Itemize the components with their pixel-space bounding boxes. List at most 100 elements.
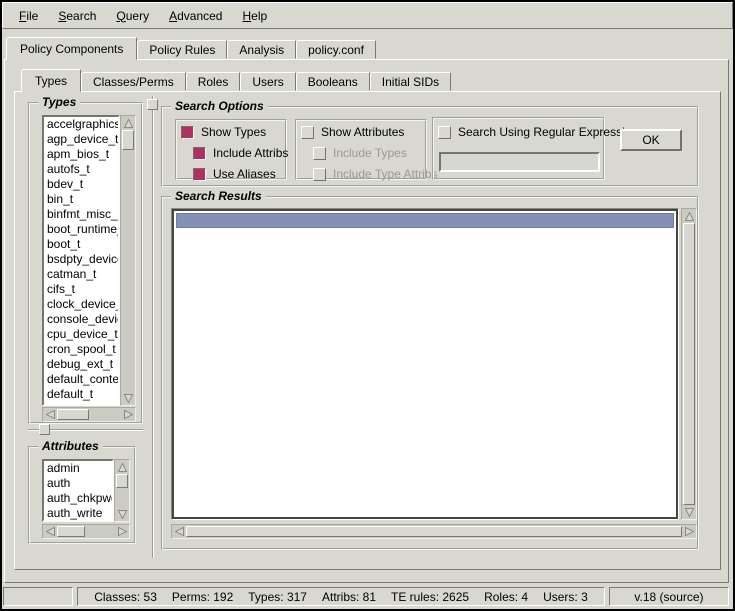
menu-file[interactable]: File: [9, 5, 48, 27]
menubar: File Search Query Advanced Help: [2, 2, 733, 29]
types-list-item[interactable]: apm_bios_t: [44, 147, 118, 162]
menu-search[interactable]: Search: [48, 5, 106, 27]
attributes-listbox[interactable]: adminauthauth_chkpwdauth_write: [42, 459, 114, 522]
scroll-down-icon[interactable]: [121, 391, 135, 405]
search-options-label: Search Options: [171, 99, 268, 113]
types-list-item[interactable]: bin_t: [44, 192, 118, 207]
show-attributes-frame: Show Attributes Include Types Include Ty…: [295, 119, 427, 180]
tab-policy-rules[interactable]: Policy Rules: [137, 40, 227, 59]
stat-item: Perms: 192: [172, 590, 233, 604]
types-groupbox: Types accelgraphics_eagp_device_tapm_bio…: [28, 102, 143, 424]
checkbox-icon: [193, 168, 206, 181]
types-list-item[interactable]: bsdpty_device_: [44, 252, 118, 267]
scroll-right-icon[interactable]: [682, 525, 696, 538]
use-aliases-checkbox[interactable]: Use Aliases: [193, 167, 276, 181]
types-list-item[interactable]: agp_device_t: [44, 132, 118, 147]
stat-item: Classes: 53: [94, 590, 157, 604]
attributes-groupbox-label: Attributes: [38, 439, 103, 453]
scroll-left-icon[interactable]: [43, 408, 57, 421]
attributes-list-item[interactable]: admin: [44, 461, 112, 476]
tab-policy-conf[interactable]: policy.conf: [296, 40, 376, 59]
tab-classes-perms[interactable]: Classes/Perms: [81, 72, 186, 91]
checkbox-icon: [313, 147, 326, 160]
scroll-up-icon[interactable]: [682, 209, 696, 223]
attributes-vscrollbar[interactable]: [114, 459, 130, 522]
search-results-text[interactable]: [171, 208, 679, 520]
show-types-checkbox[interactable]: Show Types: [181, 125, 266, 139]
show-types-frame: Show Types Include Attribs Use Aliases: [175, 119, 287, 180]
policy-stats: Classes: 53 Perms: 192 Types: 317 Attribs: …: [94, 590, 588, 604]
types-list-item[interactable]: default_context: [44, 372, 118, 387]
types-list-item[interactable]: debug_ext_t: [44, 357, 118, 372]
types-list-item[interactable]: cpu_device_t: [44, 327, 118, 342]
show-attributes-checkbox[interactable]: Show Attributes: [301, 125, 404, 139]
types-list-item[interactable]: catman_t: [44, 267, 118, 282]
include-types-checkbox: Include Types: [313, 146, 407, 160]
checkbox-icon: [438, 126, 451, 139]
main-tab-bar: Policy Components Policy Rules Analysis …: [6, 36, 376, 59]
results-vscrollbar[interactable]: [681, 208, 697, 520]
types-groupbox-label: Types: [38, 95, 80, 109]
types-list-item[interactable]: boot_runtime_t: [44, 222, 118, 237]
scrollbar-thumb[interactable]: [57, 409, 89, 420]
types-list-item[interactable]: bdev_t: [44, 177, 118, 192]
scroll-left-icon[interactable]: [43, 525, 57, 538]
scrollbar-thumb[interactable]: [122, 130, 134, 150]
menu-query[interactable]: Query: [106, 5, 159, 27]
types-list-item[interactable]: clock_device_t: [44, 297, 118, 312]
checkbox-icon: [193, 147, 206, 160]
types-list-item[interactable]: accelgraphics_e: [44, 117, 118, 132]
scroll-left-icon[interactable]: [172, 525, 186, 538]
apol-window: File Search Query Advanced Help Policy C…: [0, 0, 735, 611]
scrollbar-thumb[interactable]: [683, 223, 695, 505]
scroll-down-icon[interactable]: [682, 505, 696, 519]
attributes-list-item[interactable]: auth: [44, 476, 112, 491]
stat-item: Roles: 4: [484, 590, 528, 604]
ok-button[interactable]: OK: [620, 129, 682, 151]
types-list-item[interactable]: binfmt_misc_fs: [44, 207, 118, 222]
regex-input[interactable]: [439, 152, 600, 172]
menu-help[interactable]: Help: [232, 5, 277, 27]
scrollbar-thumb[interactable]: [57, 526, 85, 537]
types-list-item[interactable]: console_device: [44, 312, 118, 327]
tab-booleans[interactable]: Booleans: [296, 72, 370, 91]
tab-analysis[interactable]: Analysis: [227, 40, 296, 59]
scroll-down-icon[interactable]: [115, 507, 129, 521]
types-list-item[interactable]: autofs_t: [44, 162, 118, 177]
tab-types[interactable]: Types: [21, 69, 81, 92]
attributes-list-item[interactable]: auth_chkpwd: [44, 491, 112, 506]
scrollbar-thumb[interactable]: [116, 474, 128, 488]
stat-item: Attribs: 81: [322, 590, 376, 604]
vertical-sash-handle[interactable]: [147, 99, 158, 110]
tab-roles[interactable]: Roles: [186, 72, 241, 91]
include-attribs-checkbox[interactable]: Include Attribs: [193, 146, 288, 160]
scroll-up-icon[interactable]: [121, 116, 135, 130]
scroll-right-icon[interactable]: [115, 525, 129, 538]
scroll-up-icon[interactable]: [115, 460, 129, 474]
status-panel-left: [3, 587, 73, 606]
types-list-item[interactable]: boot_t: [44, 237, 118, 252]
horizontal-sash-handle[interactable]: [39, 424, 50, 435]
attributes-list-item[interactable]: auth_write: [44, 506, 112, 521]
attributes-hscrollbar[interactable]: [42, 524, 130, 539]
search-results-label: Search Results: [171, 189, 266, 203]
tab-policy-components[interactable]: Policy Components: [6, 37, 137, 60]
stat-item: Types: 317: [248, 590, 307, 604]
search-results-groupbox: Search Results: [161, 196, 699, 550]
scrollbar-thumb[interactable]: [186, 526, 682, 537]
results-hscrollbar[interactable]: [171, 524, 697, 539]
types-listbox[interactable]: accelgraphics_eagp_device_tapm_bios_taut…: [42, 115, 120, 406]
checkbox-icon: [181, 126, 194, 139]
types-vscrollbar[interactable]: [120, 115, 136, 406]
types-hscrollbar[interactable]: [42, 407, 136, 422]
scrollbar-trough: [85, 525, 115, 538]
types-list-item[interactable]: cifs_t: [44, 282, 118, 297]
scroll-right-icon[interactable]: [121, 408, 135, 421]
regex-checkbox[interactable]: Search Using Regular Expression: [438, 125, 638, 139]
types-list-item[interactable]: default_t: [44, 387, 118, 402]
types-list-item[interactable]: cron_spool_t: [44, 342, 118, 357]
status-panel-stats: Classes: 53 Perms: 192 Types: 317 Attribs: …: [77, 587, 605, 606]
menu-advanced[interactable]: Advanced: [159, 5, 232, 27]
tab-initial-sids[interactable]: Initial SIDs: [370, 72, 451, 91]
tab-users[interactable]: Users: [240, 72, 295, 91]
